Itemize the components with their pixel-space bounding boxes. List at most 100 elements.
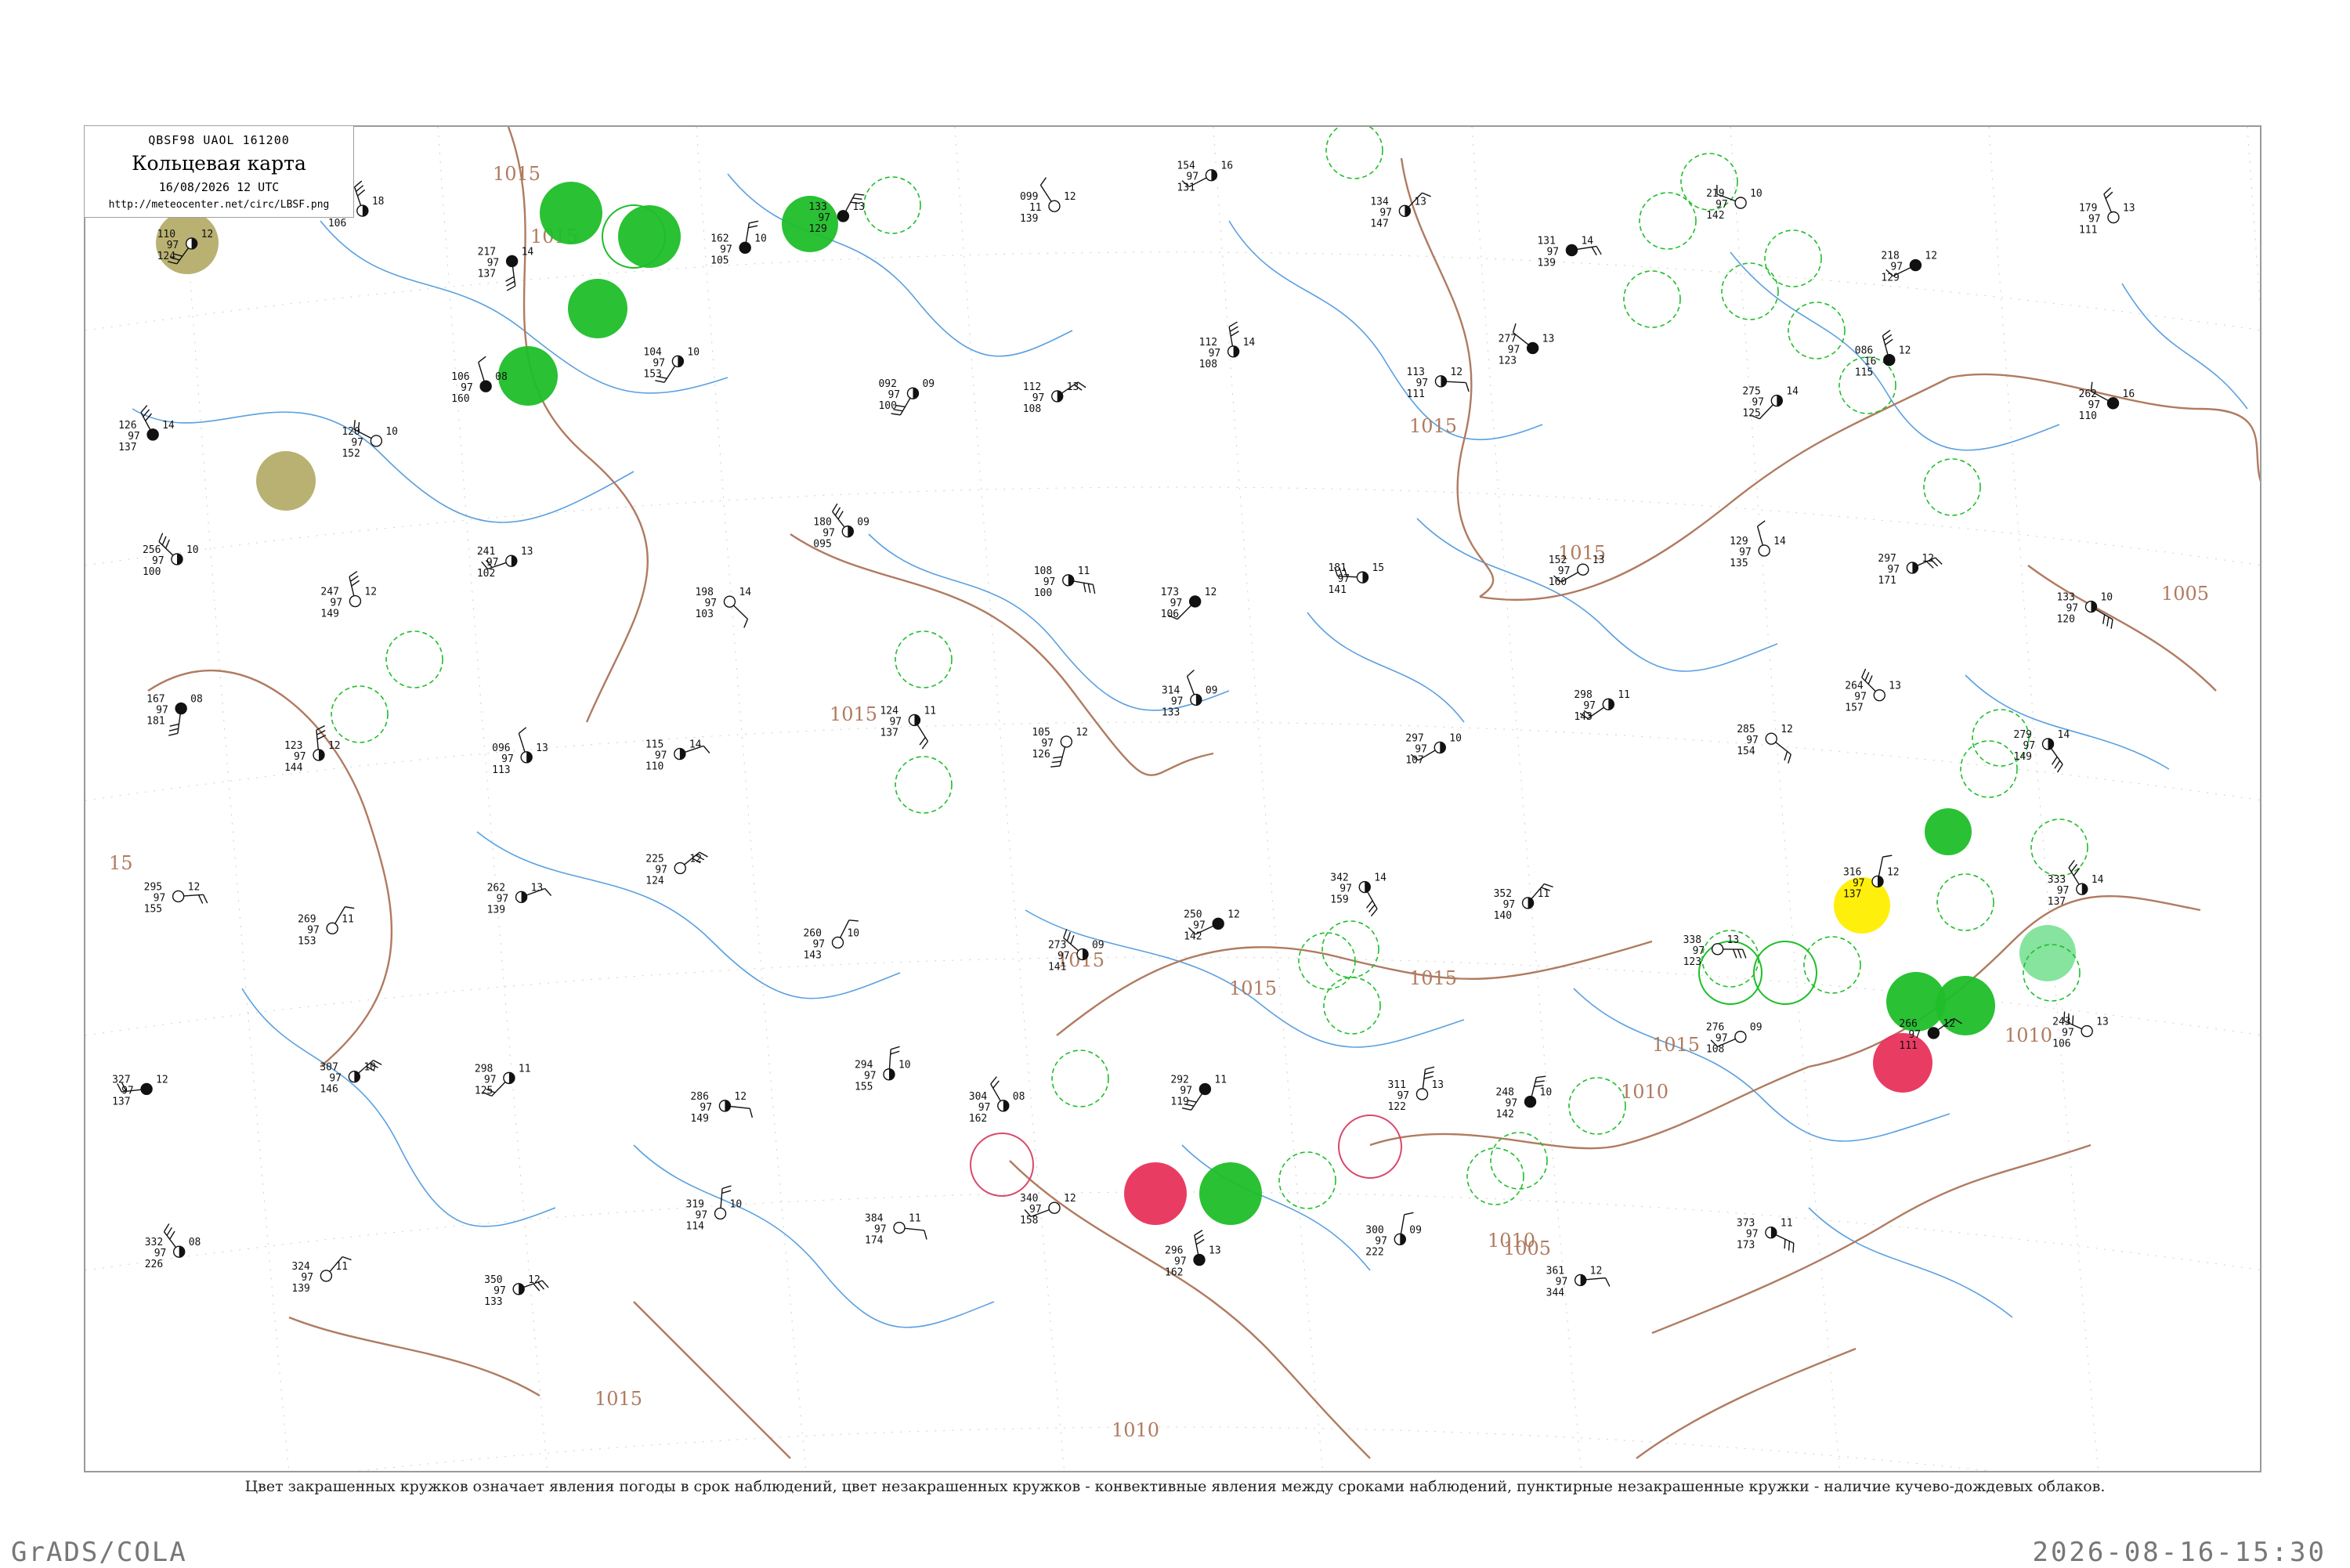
station-pressure: 119 [1170,1097,1188,1108]
station-temperature: 133 [2056,592,2074,604]
station-temperature: 248 [1496,1087,1514,1099]
station-models: 1109712412161091061821797137141629710510… [112,161,2135,1308]
station-pressure: 153 [298,935,316,947]
isobar-value-label: 15 [109,852,133,874]
station-temperature: 262 [487,882,505,894]
station-dewpoint: 13 [521,546,533,558]
station-model: 2959715512 [144,881,208,915]
cloud-cover-fill [914,714,920,725]
station-pressure: 135 [1730,558,1748,569]
station-dewpoint: 08 [495,371,508,383]
cloud-cover-full [1566,244,1577,255]
cumulonimbus-dashed-circle [1279,1152,1336,1209]
station-visibility: 97 [720,244,732,255]
station-dewpoint: 12 [528,1274,540,1286]
convective-outline-circle [1339,1115,1401,1178]
station-temperature: 340 [1020,1193,1038,1205]
bulletin-code: QBSF98 UAOL 161200 [85,133,353,147]
station-visibility: 97 [1546,246,1559,258]
station-visibility: 97 [655,864,667,876]
station-pressure: 139 [1020,213,1038,225]
cumulonimbus-dashed-circle [386,631,443,688]
station-pressure: 100 [1034,587,1052,599]
station-temperature: 332 [145,1237,163,1248]
station-model: 2199714210 [1706,185,1762,222]
station-dewpoint: 14 [1243,337,1256,349]
station-model: 3409715812 [1020,1193,1076,1227]
wind-barb [345,907,354,909]
station-temperature: 110 [157,229,175,240]
river [2122,284,2247,409]
station-dewpoint: 09 [922,378,935,390]
cloud-cover-circle [1049,1202,1060,1213]
wind-barb [833,504,837,511]
cloud-cover-fill [678,356,683,367]
wind-barb [1078,382,1086,388]
cloud-cover-full [1884,355,1895,366]
wind-barb [199,895,203,904]
station-dewpoint: 12 [1064,191,1076,203]
wind-barb [1758,521,1766,526]
station-visibility: 97 [2088,399,2101,411]
wind-barb [1229,322,1237,327]
station-dewpoint: 10 [363,1062,376,1074]
station-pressure: 095 [813,539,831,551]
station-temperature: 273 [1048,939,1066,951]
station-dewpoint: 13 [2096,1017,2109,1028]
station-dewpoint: 12 [1227,909,1240,920]
station-temperature: 256 [143,544,161,556]
wind-barb [722,1190,731,1193]
cloud-cover-fill [1777,396,1782,406]
isobar-value-label: 1010 [2005,1024,2052,1046]
station-temperature: 126 [118,420,136,432]
station-model: 0861611512 [1855,331,1911,379]
station-model: 1629710510 [710,221,767,266]
station-pressure: 344 [1546,1287,1565,1299]
station-dewpoint: 09 [1409,1224,1422,1236]
river [634,1145,994,1328]
station-temperature: 294 [855,1060,873,1071]
station-visibility: 97 [1043,576,1056,588]
station-visibility: 97 [1508,344,1520,356]
station-pressure: 171 [1878,575,1896,587]
station-model: 3739717311 [1737,1218,1794,1253]
station-dewpoint: 10 [1750,188,1762,200]
station-pressure: 142 [1496,1109,1514,1121]
station-pressure: 153 [643,368,661,380]
isobar-value-label: 1015 [1229,977,1277,999]
parallel-line [85,487,2261,565]
station-dewpoint: 12 [1590,1265,1603,1277]
station-temperature: 342 [1330,873,1348,884]
cloud-cover-fill [1068,575,1074,586]
station-dewpoint: 14 [689,739,702,751]
wind-barb [838,511,843,519]
river [1307,612,1464,722]
station-dewpoint: 13 [531,882,544,894]
station-model: 2419710213 [477,546,533,580]
cloud-cover-fill [1365,882,1370,893]
station-dewpoint: 12 [156,1074,168,1086]
wind-barb [1883,855,1893,857]
station-model: 0991113912 [1020,178,1076,226]
meridian-line [1472,127,1582,1472]
station-dewpoint: 10 [898,1060,911,1071]
station-model: 2509714212 [1184,909,1240,942]
wind-barb [1865,672,1869,681]
station-model: 1129710813 [1023,381,1086,415]
isobar-labels: 1015101510151015101510151015101510101010… [109,163,2209,1441]
cloud-cover-fill [1058,391,1063,402]
station-temperature: 292 [1170,1075,1188,1086]
station-pressure: 162 [1165,1267,1183,1279]
station-pressure: 152 [342,448,360,460]
station-dewpoint: 13 [1067,381,1079,393]
station-dewpoint: 12 [734,1091,747,1103]
wind-barb [1596,246,1601,254]
station-model: 2479714912 [320,572,377,620]
station-model: 2259712412 [645,852,707,887]
station-model: 1349714713 [1370,193,1430,229]
station-pressure: 124 [157,251,176,262]
cloud-cover-full [507,255,518,266]
station-dewpoint: 13 [1209,1245,1221,1257]
wind-barb [1793,1243,1794,1252]
station-model: 3849717411 [865,1213,927,1247]
